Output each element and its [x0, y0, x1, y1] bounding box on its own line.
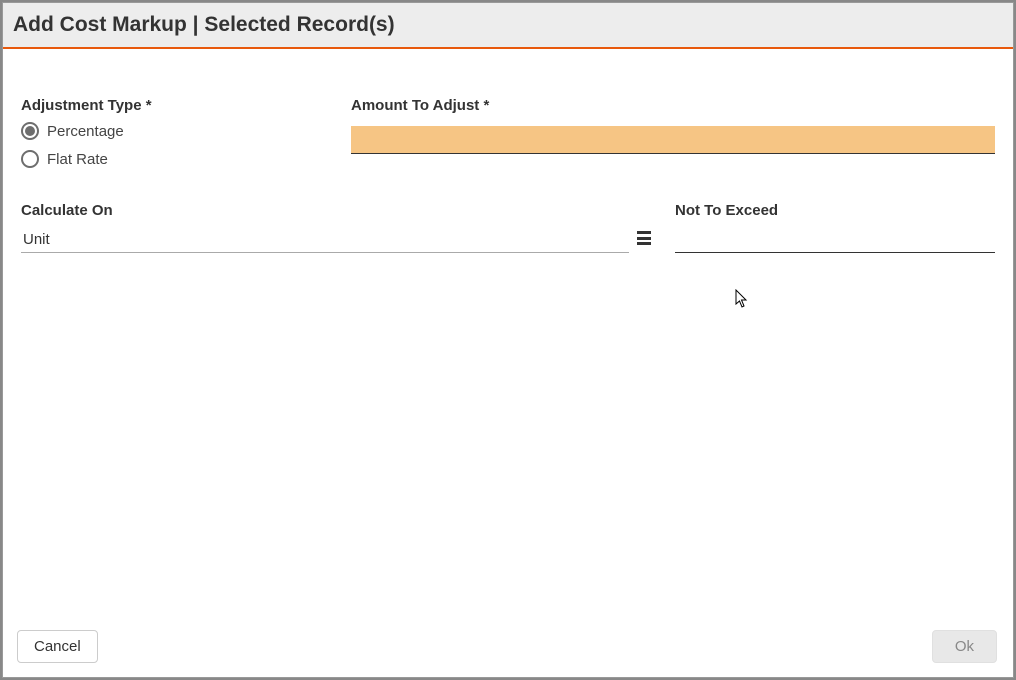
add-cost-markup-dialog: Add Cost Markup | Selected Record(s) Adj…: [2, 2, 1014, 678]
not-to-exceed-field: Not To Exceed: [675, 202, 995, 253]
radio-percentage-label: Percentage: [47, 123, 124, 140]
radio-flat-rate-label: Flat Rate: [47, 151, 108, 168]
adjustment-type-label: Adjustment Type *: [21, 97, 331, 114]
radio-flat-rate[interactable]: Flat Rate: [21, 150, 331, 168]
calculate-on-input-wrap: [21, 227, 655, 253]
radio-icon: [21, 150, 39, 168]
cursor-icon: [735, 289, 751, 309]
not-to-exceed-label: Not To Exceed: [675, 202, 995, 219]
amount-to-adjust-input[interactable]: [351, 126, 995, 154]
calculate-on-input[interactable]: [21, 227, 629, 253]
amount-to-adjust-label: Amount To Adjust *: [351, 97, 995, 114]
adjustment-type-field: Adjustment Type * Percentage Flat Rate: [21, 97, 331, 168]
calculate-on-label: Calculate On: [21, 202, 655, 219]
dialog-title: Add Cost Markup | Selected Record(s): [13, 13, 999, 37]
row-adjustment-amount: Adjustment Type * Percentage Flat Rate A…: [21, 97, 995, 168]
ok-button[interactable]: Ok: [932, 630, 997, 663]
row-calculate-nte: Calculate On Not To Exceed: [21, 202, 995, 253]
adjustment-type-radio-group: Percentage Flat Rate: [21, 122, 331, 168]
radio-percentage[interactable]: Percentage: [21, 122, 331, 140]
dialog-body: Adjustment Type * Percentage Flat Rate A…: [3, 49, 1013, 620]
dialog-footer: Cancel Ok: [3, 620, 1013, 677]
amount-to-adjust-field: Amount To Adjust *: [351, 97, 995, 168]
menu-icon[interactable]: [637, 229, 655, 247]
cancel-button[interactable]: Cancel: [17, 630, 98, 663]
dialog-header: Add Cost Markup | Selected Record(s): [3, 3, 1013, 49]
radio-icon: [21, 122, 39, 140]
not-to-exceed-input[interactable]: [675, 227, 995, 253]
calculate-on-field: Calculate On: [21, 202, 655, 253]
